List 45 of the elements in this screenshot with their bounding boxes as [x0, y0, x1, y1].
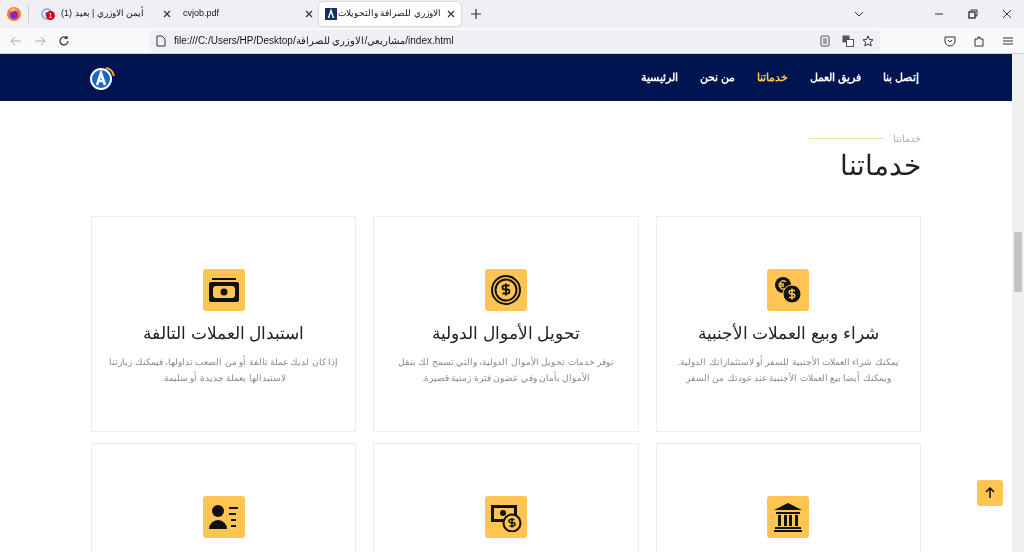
- service-title: شراء وبيع العملات الأجنبية: [697, 323, 879, 345]
- dollar-coin-icon: [491, 275, 521, 305]
- tab-title: أيمن الاوزري | بعيد (1): [61, 7, 145, 21]
- service-description: إذا كان لديك عملة تالفة أو من الصعب تداولها، فيمكنك زيارتنا لاستبدالها بعملة جديدة أو سليمة.: [108, 354, 339, 385]
- banknote-icon: [207, 277, 240, 303]
- money-exchange-icon: [490, 502, 522, 532]
- translate-icon[interactable]: [842, 34, 854, 47]
- restore-icon[interactable]: [968, 9, 978, 19]
- tab-list-icon[interactable]: [854, 9, 864, 19]
- arrow-up-icon: [984, 487, 996, 499]
- reader-icon[interactable]: [820, 34, 830, 47]
- address-text: file:///C:/Users/HP/Desktop/مشاريعي/الاوزري للصرافة/index.html: [174, 34, 455, 48]
- plus-icon[interactable]: [471, 9, 481, 19]
- browser-tab[interactable]: cvjob.pdf: [177, 2, 319, 26]
- tab-title: الاوزري للصرافة والتحويلات: [338, 7, 441, 21]
- tab-title: cvjob.pdf: [183, 7, 220, 21]
- nav-link[interactable]: إتصل بنا: [882, 69, 919, 86]
- bank-icon: [773, 502, 804, 532]
- service-title: استبدال العملات التالفة: [142, 323, 305, 345]
- scroll-top-button[interactable]: [977, 480, 1003, 506]
- service-description: يمكنك شراء العملات الأجنبية للسفر أو لاستثماراتك الدولية. ويمكنك أيضا بيع العملات الأجنبية عند عودتك من السفر: [676, 354, 900, 386]
- close-icon[interactable]: [447, 10, 455, 18]
- menu-icon[interactable]: [1002, 34, 1014, 47]
- service-title: تحويل الأموال الدولية: [431, 323, 581, 345]
- coins-icon: [774, 276, 803, 304]
- service-description: نوفر خدمات تحويل الأموال الدولية، والتي تسمح لك بنقل الأموال بأمان وفي غضون فترة زمنية قصيرة.: [397, 355, 615, 385]
- nav-link[interactable]: خدماتنا: [756, 69, 788, 86]
- close-icon[interactable]: [1002, 9, 1012, 19]
- scrollbar-thumb[interactable]: [1014, 232, 1022, 292]
- browser-logo-icon[interactable]: [6, 6, 22, 22]
- nav-link[interactable]: فريق العمل: [809, 69, 861, 86]
- nav-link[interactable]: من نحن: [699, 69, 735, 86]
- scrollbar[interactable]: [1012, 54, 1024, 552]
- section-eyebrow: خدماتنا: [893, 132, 921, 146]
- close-icon[interactable]: [163, 10, 171, 18]
- close-icon[interactable]: [305, 10, 313, 18]
- reload-icon[interactable]: [58, 34, 70, 47]
- address-bar[interactable]: file:///C:/Users/HP/Desktop/مشاريعي/الاوزري للصرافة/index.html: [150, 29, 880, 52]
- section-title: خدماتنا: [839, 149, 921, 183]
- id-card-icon: [208, 504, 239, 530]
- star-icon[interactable]: [862, 34, 874, 47]
- page-icon: [156, 34, 166, 47]
- nav-link[interactable]: الرئيسية: [640, 69, 678, 86]
- site-icon: [325, 8, 337, 20]
- browser-tab[interactable]: الاوزري للصرافة والتحويلات: [319, 2, 461, 26]
